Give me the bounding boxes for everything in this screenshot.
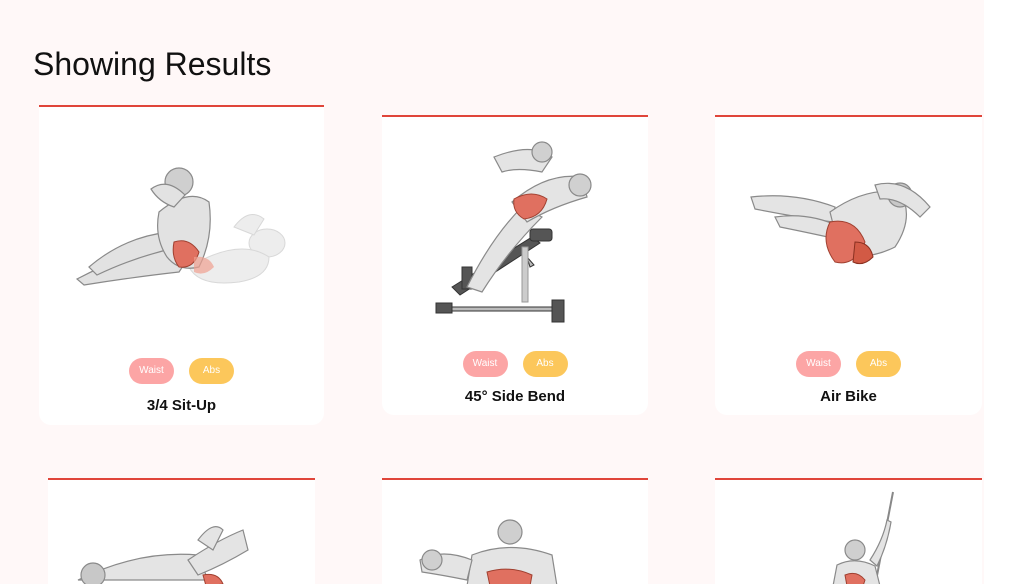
card-tags: Waist Abs: [382, 351, 648, 377]
card-tags: Waist Abs: [715, 351, 982, 377]
sit-up-image: [75, 167, 286, 286]
exercise-card[interactable]: [715, 478, 982, 584]
exercise-card-air-bike[interactable]: Waist Abs Air Bike: [715, 115, 982, 415]
page-title: Showing Results: [33, 46, 272, 82]
exercise-name[interactable]: 45° Side Bend: [382, 388, 648, 405]
abs-tag[interactable]: Abs: [522, 351, 568, 377]
abs-tag[interactable]: Abs: [856, 351, 901, 377]
air-bike-image: [750, 182, 931, 265]
lying-stretch-image: [77, 526, 249, 584]
exercise-card-side-bend[interactable]: Waist Abs 45° Side Bend: [382, 115, 648, 415]
cable-image: [832, 491, 894, 584]
waist-tag[interactable]: Waist: [796, 351, 841, 377]
crunch-image: [419, 519, 558, 584]
waist-tag[interactable]: Waist: [462, 351, 508, 377]
page-margin: [984, 0, 1036, 584]
exercise-name[interactable]: Air Bike: [715, 388, 982, 405]
exercise-card[interactable]: [48, 478, 315, 584]
waist-tag[interactable]: Waist: [129, 358, 174, 384]
abs-tag[interactable]: Abs: [189, 358, 234, 384]
card-tags: Waist Abs: [39, 358, 324, 384]
side-bend-image: [435, 141, 592, 323]
exercise-card-sit-up[interactable]: Waist Abs 3/4 Sit-Up: [39, 105, 324, 425]
results-page: Showing Results Waist Abs 3/4 Sit-Up Wai…: [0, 0, 1036, 584]
exercise-card[interactable]: [382, 478, 648, 584]
exercise-name[interactable]: 3/4 Sit-Up: [39, 397, 324, 414]
